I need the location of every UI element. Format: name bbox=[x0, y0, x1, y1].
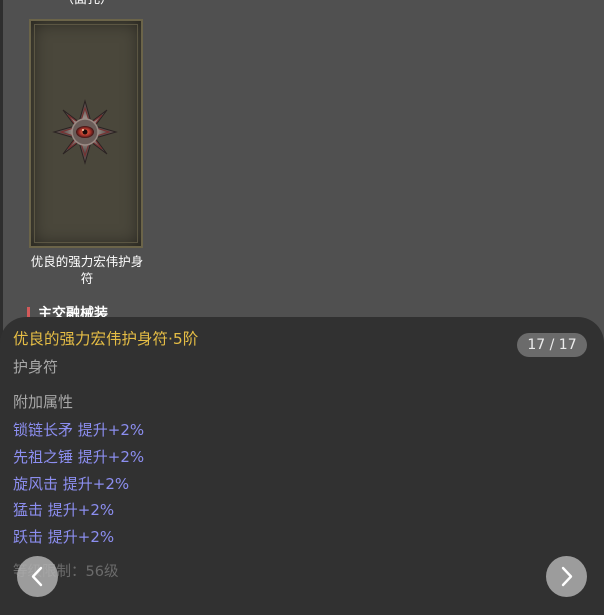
detail-title: 优良的强力宏伟护身符·5阶 bbox=[13, 330, 199, 348]
attribute-list: 锁链长矛 提升+2% 先祖之锤 提升+2% 旋风击 提升+2% 猛击 提升+2%… bbox=[13, 417, 144, 551]
item-caption-top: （面孔） bbox=[30, 0, 144, 8]
attribute-item: 旋风击 提升+2% bbox=[13, 474, 130, 493]
attribute-item: 跃击 提升+2% bbox=[13, 528, 115, 547]
attribute-item: 先祖之锤 提升+2% bbox=[13, 447, 145, 466]
item-type: 护身符 bbox=[13, 358, 59, 376]
attribute-item: 猛击 提升+2% bbox=[13, 501, 115, 520]
chevron-right-icon bbox=[561, 566, 573, 587]
item-name: 优良的强力宏伟护身符 bbox=[30, 254, 144, 286]
item-detail-panel: 优良的强力宏伟护身符·5阶 17 / 17 护身符 附加属性 锁链长矛 提升+2… bbox=[0, 317, 604, 615]
attributes-heading: 附加属性 bbox=[13, 393, 74, 411]
chevron-left-icon bbox=[31, 566, 43, 587]
next-button[interactable] bbox=[546, 556, 587, 597]
amulet-icon bbox=[52, 99, 118, 165]
attribute-item: 锁链长矛 提升+2% bbox=[13, 421, 145, 439]
page-indicator: 17 / 17 bbox=[517, 333, 587, 357]
prev-button[interactable] bbox=[17, 556, 58, 597]
